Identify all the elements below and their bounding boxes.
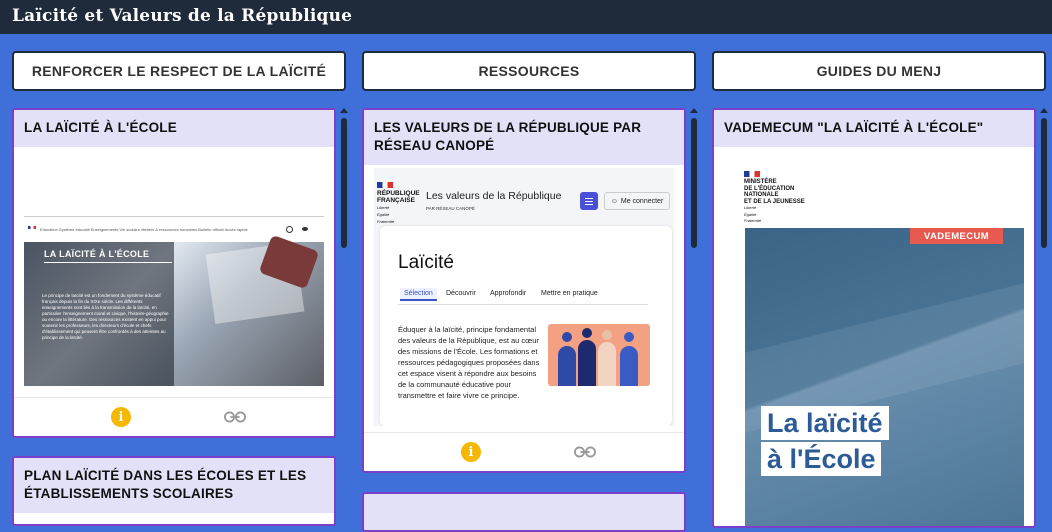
- illustration: [548, 324, 650, 386]
- search-icon[interactable]: [286, 226, 293, 233]
- card-footer: i: [364, 432, 684, 471]
- flag-icon: [744, 171, 760, 177]
- site-name: Les valeurs de la République: [426, 190, 562, 202]
- column-header-ressources[interactable]: RESSOURCES: [362, 51, 696, 91]
- eye-icon[interactable]: [302, 227, 308, 231]
- site-subtitle: PAR RÉSEAU CANOPÉ: [426, 206, 475, 211]
- column-1-scrollbar[interactable]: [341, 118, 347, 248]
- card-title: PLAN LAÏCITÉ DANS LES ÉCOLES ET LES ÉTAB…: [14, 458, 334, 513]
- card-title: VADEMECUM "LA LAÏCITÉ À L'ÉCOLE": [714, 110, 1034, 147]
- card-footer: i: [14, 397, 334, 436]
- hero-heading: LA LAÏCITÉ À L'ÉCOLE: [44, 249, 150, 259]
- menu-icon[interactable]: [580, 192, 598, 210]
- app-title: Laïcité et Valeurs de la République: [12, 6, 353, 26]
- link-icon[interactable]: [574, 444, 596, 460]
- card-valeurs-canope[interactable]: LES VALEURS DE LA RÉPUBLIQUE PAR RÉSEAU …: [362, 108, 686, 473]
- info-icon[interactable]: i: [461, 442, 481, 462]
- column-header-laicite[interactable]: RENFORCER LE RESPECT DE LA LAÏCITÉ: [12, 51, 346, 91]
- tab-bar: Sélection Découvrir Approfondir Mettre e…: [398, 286, 648, 305]
- page-heading: Laïcité: [398, 252, 454, 273]
- vademecum-band: VADEMECUM: [910, 228, 1003, 244]
- column-header-guides[interactable]: GUIDES DU MENJ: [712, 51, 1046, 91]
- cover-image: [745, 228, 1024, 526]
- card-thumbnail[interactable]: RÉPUBLIQUE FRANÇAISE Liberté Égalité Frat…: [374, 168, 674, 426]
- user-icon: ☺: [610, 197, 618, 205]
- republique-francaise-logo: RÉPUBLIQUE FRANÇAISE Liberté Égalité Frat…: [377, 190, 420, 224]
- card-thumbnail[interactable]: Education Système éducatif Enseignements…: [24, 158, 324, 386]
- card-ressource-next[interactable]: [362, 492, 686, 532]
- card-title: LES VALEURS DE LA RÉPUBLIQUE PAR RÉSEAU …: [364, 110, 684, 165]
- card-thumbnail[interactable]: MINISTÈRE DE L'ÉDUCATION NATIONALE ET DE…: [724, 158, 1024, 526]
- link-icon[interactable]: [224, 409, 246, 425]
- tab-decouvrir[interactable]: Découvrir: [446, 290, 476, 297]
- scroll-up-arrow[interactable]: [1040, 108, 1048, 113]
- card-laicite-ecole[interactable]: LA LAÏCITÉ À L'ÉCOLE Education Système é…: [12, 108, 336, 438]
- tab-approfondir[interactable]: Approfondir: [490, 290, 526, 297]
- card-vademecum[interactable]: VADEMECUM "LA LAÏCITÉ À L'ÉCOLE" MINISTÈ…: [712, 108, 1036, 528]
- login-button[interactable]: ☺ Me connecter: [604, 192, 670, 210]
- cover-title: La laïcité: [761, 406, 889, 440]
- info-icon[interactable]: i: [111, 407, 131, 427]
- hero-text: Le principe de laïcité est un fondement …: [42, 293, 169, 340]
- app-header: Laïcité et Valeurs de la République: [0, 0, 1052, 34]
- scroll-up-arrow[interactable]: [690, 108, 698, 113]
- tab-selection[interactable]: Sélection: [400, 288, 437, 301]
- column-2-scrollbar[interactable]: [691, 118, 697, 248]
- tab-mettre-en-pratique[interactable]: Mettre en pratique: [541, 290, 598, 297]
- ministry-logo: MINISTÈRE DE L'ÉDUCATION NATIONALE ET DE…: [744, 179, 805, 223]
- column-3-scrollbar[interactable]: [1041, 118, 1047, 248]
- card-title: LA LAÏCITÉ À L'ÉCOLE: [14, 110, 334, 147]
- flag-icon: [377, 182, 393, 188]
- page-body-text: Éduquer à la laïcité, principe fondament…: [398, 325, 540, 400]
- scroll-up-arrow[interactable]: [340, 108, 348, 113]
- cover-title: à l'École: [761, 442, 882, 476]
- card-plan-laicite[interactable]: PLAN LAÏCITÉ DANS LES ÉCOLES ET LES ÉTAB…: [12, 456, 336, 526]
